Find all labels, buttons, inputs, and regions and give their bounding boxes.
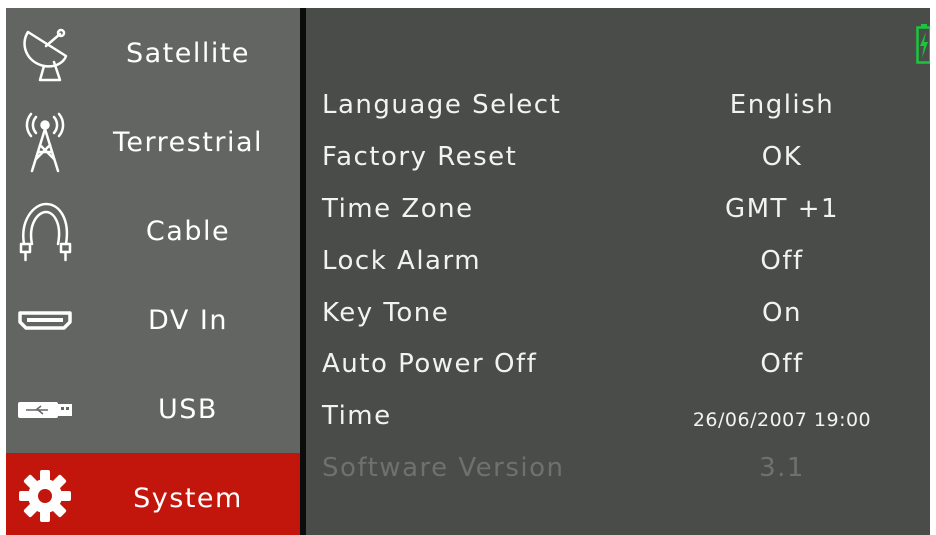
setting-value[interactable]: On — [662, 298, 902, 328]
sidebar-item-usb[interactable]: USB — [6, 364, 300, 453]
setting-value[interactable]: GMT +1 — [662, 194, 902, 224]
sidebar-item-label: USB — [158, 394, 218, 425]
setting-row-time-zone[interactable]: Time Zone GMT +1 — [306, 186, 930, 234]
sidebar-item-label: Cable — [145, 216, 231, 247]
setting-row-key-tone[interactable]: Key Tone On — [306, 290, 930, 338]
sidebar-item-label: Terrestrial — [112, 127, 264, 158]
hdmi-port-icon — [18, 311, 72, 330]
battery-charging-icon — [916, 24, 930, 64]
setting-row-language-select[interactable]: Language Select English — [306, 82, 930, 130]
setting-value[interactable]: 26/06/2007 19:00 — [662, 405, 902, 435]
sidebar-item-satellite[interactable]: Satellite — [6, 8, 300, 97]
setting-label: Language Select — [322, 90, 562, 120]
usb-stick-icon — [18, 402, 72, 418]
sidebar-item-terrestrial[interactable]: Terrestrial — [6, 97, 300, 186]
sidebar-item-label: System — [133, 483, 243, 514]
setting-row-lock-alarm[interactable]: Lock Alarm Off — [306, 238, 930, 286]
setting-label: Auto Power Off — [322, 349, 538, 379]
sidebar: Satellite Terrestrial Cable DV In USB Sy… — [6, 8, 300, 535]
setting-label: Key Tone — [322, 298, 450, 328]
gear-icon — [19, 470, 71, 522]
setting-value[interactable]: Off — [662, 246, 902, 276]
setting-row-auto-power-off[interactable]: Auto Power Off Off — [306, 341, 930, 389]
setting-label: Factory Reset — [322, 142, 518, 172]
setting-label: Software Version — [322, 453, 565, 483]
settings-panel: Language Select English Factory Reset OK… — [306, 8, 930, 535]
setting-value[interactable]: Off — [662, 349, 902, 379]
satellite-dish-icon — [23, 28, 68, 82]
setting-value[interactable]: English — [662, 90, 902, 120]
setting-value[interactable]: OK — [662, 142, 902, 172]
sidebar-item-dv-in[interactable]: DV In — [6, 275, 300, 364]
setting-value: 3.1 — [759, 453, 805, 483]
setting-label: Time Zone — [322, 194, 474, 224]
setting-label: Lock Alarm — [322, 246, 482, 276]
coax-cable-icon — [19, 202, 72, 262]
sidebar-item-cable[interactable]: Cable — [6, 186, 300, 275]
setting-row-factory-reset[interactable]: Factory Reset OK — [306, 134, 930, 182]
antenna-tower-icon — [25, 112, 65, 173]
setting-label: Time — [322, 401, 392, 431]
sidebar-item-label: DV In — [148, 305, 228, 336]
tv-screen: Satellite Terrestrial Cable DV In USB Sy… — [6, 8, 930, 535]
setting-row-software-version: Software Version 3.1 — [306, 445, 930, 493]
sidebar-item-label: Satellite — [125, 38, 251, 69]
setting-row-time[interactable]: Time 26/06/2007 19:00 — [306, 393, 930, 441]
sidebar-item-system[interactable]: System — [6, 453, 300, 535]
